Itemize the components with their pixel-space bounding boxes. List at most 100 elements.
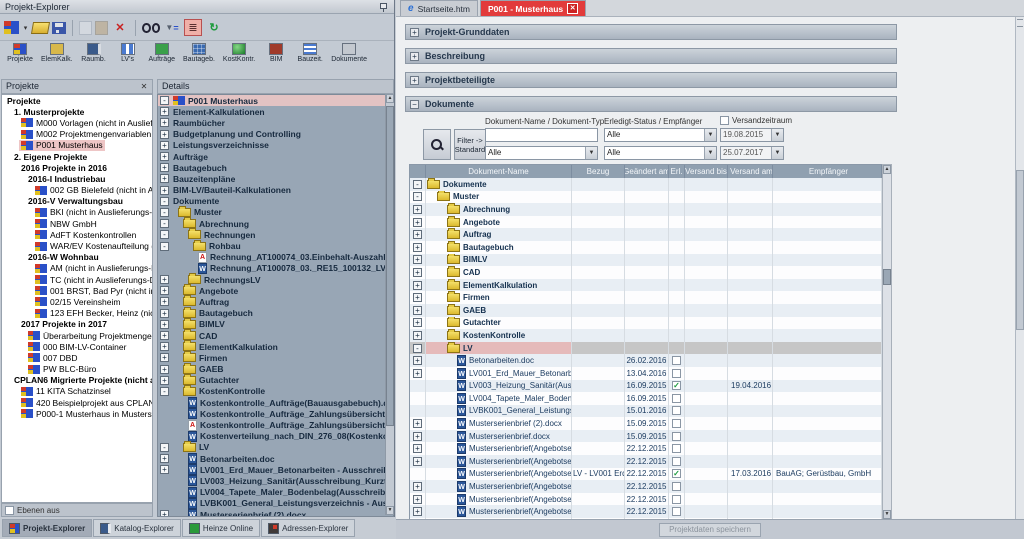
expand-icon[interactable]: + bbox=[413, 432, 422, 441]
table-row[interactable]: +BIMLV bbox=[410, 254, 882, 267]
find-binoculars-icon[interactable] bbox=[142, 19, 160, 36]
details-scrollbar[interactable]: ▲ ▼ bbox=[385, 94, 394, 515]
details-tree-item[interactable]: +Element-Kalkulationen bbox=[158, 106, 393, 117]
details-tree-item[interactable]: -LV bbox=[158, 442, 393, 453]
expand-icon[interactable]: + bbox=[413, 218, 422, 227]
module-button-element-calculation[interactable]: ElemKalk. bbox=[37, 42, 77, 63]
expand-icon[interactable]: + bbox=[160, 118, 169, 127]
expand-icon[interactable]: + bbox=[160, 163, 169, 172]
tree-item[interactable]: PW BLC-Büro bbox=[2, 364, 152, 375]
expand-icon[interactable]: + bbox=[413, 230, 422, 239]
table-row[interactable]: +GAEB bbox=[410, 304, 882, 317]
pin-icon[interactable] bbox=[379, 3, 387, 12]
collapse-icon[interactable]: - bbox=[160, 230, 169, 239]
tree-item[interactable]: 2016-V Verwaltungsbau bbox=[2, 196, 152, 207]
tree-item[interactable]: CPLAN6 Migrierte Projekte (nicht auf Aus… bbox=[2, 375, 152, 386]
collapse-icon[interactable]: - bbox=[160, 197, 169, 206]
tree-item[interactable]: TC (nicht in Auslieferungs-DB) bbox=[2, 274, 152, 285]
table-row[interactable]: -LV bbox=[410, 342, 882, 355]
refresh-icon[interactable] bbox=[205, 19, 223, 36]
scroll-up-icon[interactable]: ▲ bbox=[386, 94, 394, 103]
collapse-icon[interactable]: - bbox=[160, 96, 169, 105]
expand-icon[interactable]: + bbox=[160, 353, 169, 362]
expand-icon[interactable]: + bbox=[413, 205, 422, 214]
expand-icon[interactable]: + bbox=[413, 318, 422, 327]
table-row[interactable]: +Firmen bbox=[410, 291, 882, 304]
unchecked-checkbox[interactable] bbox=[672, 394, 681, 403]
expand-icon[interactable]: + bbox=[160, 186, 169, 195]
details-tree-item[interactable]: -P001 Musterhaus bbox=[158, 95, 393, 106]
tree-item[interactable]: P000-1 Musterhaus in Musterstadt bbox=[2, 408, 152, 419]
tree-item[interactable]: M002 Projektmengenvariablen bbox=[2, 129, 152, 140]
tree-item[interactable]: 11 KITA Schatzinsel bbox=[2, 386, 152, 397]
collapse-icon[interactable]: - bbox=[160, 443, 169, 452]
details-tree-item[interactable]: LV004_Tapete_Maler_Bodenbelag(Ausschreib… bbox=[158, 487, 393, 498]
collapse-icon[interactable]: - bbox=[160, 242, 169, 251]
column-header[interactable]: Bezug bbox=[572, 165, 625, 178]
table-scrollbar[interactable]: ▲ ▼ bbox=[882, 164, 892, 519]
tree-item[interactable]: 2016 Projekte in 2016 bbox=[2, 162, 152, 173]
details-tree-item[interactable]: +GAEB bbox=[158, 364, 393, 375]
expand-icon[interactable]: + bbox=[413, 331, 422, 340]
collapse-icon[interactable]: - bbox=[413, 192, 422, 201]
tree-item[interactable]: Überarbeitung Projektmengen (nicht in A bbox=[2, 330, 152, 341]
tree-item[interactable]: 2. Eigene Projekte bbox=[2, 151, 152, 162]
tree-item[interactable]: AdFT Kostenkontrollen bbox=[2, 229, 152, 240]
explorer-tab-addresses[interactable]: Adressen-Explorer bbox=[261, 519, 355, 537]
chevron-down-icon[interactable]: ▼ bbox=[585, 147, 597, 159]
expand-icon[interactable]: + bbox=[160, 130, 169, 139]
details-tree-item[interactable]: Kostenkontrolle_Aufträge(Bauausgabebuch)… bbox=[158, 397, 393, 408]
document-tab[interactable]: P001 - Musterhaus✕ bbox=[480, 0, 586, 16]
collapse-icon[interactable]: − bbox=[410, 100, 419, 109]
details-tree-item[interactable]: +Gutachter bbox=[158, 375, 393, 386]
details-tree-item[interactable]: Kostenkontrolle_Aufträge_Zahlungsübersic… bbox=[158, 408, 393, 419]
expand-icon[interactable]: + bbox=[413, 495, 422, 504]
filter-icon[interactable] bbox=[163, 19, 181, 36]
expand-icon[interactable]: + bbox=[160, 454, 169, 463]
close-icon[interactable]: ✕ bbox=[139, 82, 149, 92]
details-tree-item[interactable]: +Bautagebuch bbox=[158, 308, 393, 319]
paste-icon[interactable] bbox=[95, 21, 108, 35]
tree-item[interactable]: M000 Vorlagen (nicht in Auslieferungs-DB… bbox=[2, 117, 152, 128]
section-header-projektbeteiligte[interactable]: +Projektbeteiligte bbox=[405, 72, 897, 88]
unchecked-checkbox[interactable] bbox=[672, 482, 681, 491]
section-header-dokumente[interactable]: −Dokumente bbox=[405, 96, 897, 112]
calendar-dropdown-icon[interactable]: ▼ bbox=[771, 147, 783, 159]
expand-icon[interactable]: + bbox=[160, 365, 169, 374]
column-header[interactable]: Empfänger bbox=[773, 165, 882, 178]
recipient-dropdown[interactable]: Alle ▼ bbox=[604, 146, 717, 160]
expand-icon[interactable]: + bbox=[160, 107, 169, 116]
chevron-down-icon[interactable]: ▼ bbox=[704, 129, 716, 141]
tree-item[interactable]: 001 BRST, Bad Pyr (nicht in Auslieferun bbox=[2, 285, 152, 296]
unchecked-checkbox[interactable] bbox=[672, 406, 681, 415]
unchecked-checkbox[interactable] bbox=[672, 432, 681, 441]
expand-icon[interactable]: + bbox=[410, 28, 419, 37]
details-tree-item[interactable]: +Bauzeitenpläne bbox=[158, 173, 393, 184]
collapse-icon[interactable]: - bbox=[160, 208, 169, 217]
details-tree-item[interactable]: LVBK001_General_Leistungsverzeichnis - A… bbox=[158, 498, 393, 509]
document-search-button[interactable] bbox=[423, 129, 451, 160]
column-header[interactable]: Geändert am bbox=[625, 165, 669, 178]
column-header[interactable]: Erl. bbox=[669, 165, 685, 178]
expand-icon[interactable]: + bbox=[413, 243, 422, 252]
project-new-icon[interactable] bbox=[4, 21, 19, 34]
levels-checkbox[interactable] bbox=[5, 506, 14, 515]
details-tree-item[interactable]: Kostenverteilung_nach_DIN_276_08(Kostenk… bbox=[158, 431, 393, 442]
expand-icon[interactable]: + bbox=[413, 268, 422, 277]
expand-icon[interactable]: + bbox=[160, 320, 169, 329]
folder-open-icon[interactable] bbox=[31, 22, 50, 34]
section-header-projekt-grunddaten[interactable]: +Projekt-Grunddaten bbox=[405, 24, 897, 40]
table-row[interactable]: +Musterserienbrief.docx15.09.2015 bbox=[410, 430, 882, 443]
document-type-dropdown[interactable]: Alle ▼ bbox=[485, 146, 598, 160]
details-tree-item[interactable]: LV003_Heizung_Sanitär(Ausschreibung_Kurz… bbox=[158, 475, 393, 486]
unchecked-checkbox[interactable] bbox=[672, 457, 681, 466]
table-row[interactable]: +Musterserienbrief(Angebotseinholung22.1… bbox=[410, 493, 882, 506]
save-project-button[interactable]: Projektdaten speichern bbox=[659, 523, 761, 537]
table-row[interactable]: LVBK001_General_Leistungsverze15.01.2016 bbox=[410, 405, 882, 418]
expand-icon[interactable]: + bbox=[160, 152, 169, 161]
expand-icon[interactable]: + bbox=[160, 510, 169, 517]
tree-item[interactable]: NBW GmbH bbox=[2, 218, 152, 229]
module-button-documents[interactable]: Dokumente bbox=[327, 42, 371, 63]
expand-icon[interactable]: + bbox=[160, 174, 169, 183]
table-row[interactable]: +LV001_Erd_Mauer_Betonarbeiten13.04.2016 bbox=[410, 367, 882, 380]
